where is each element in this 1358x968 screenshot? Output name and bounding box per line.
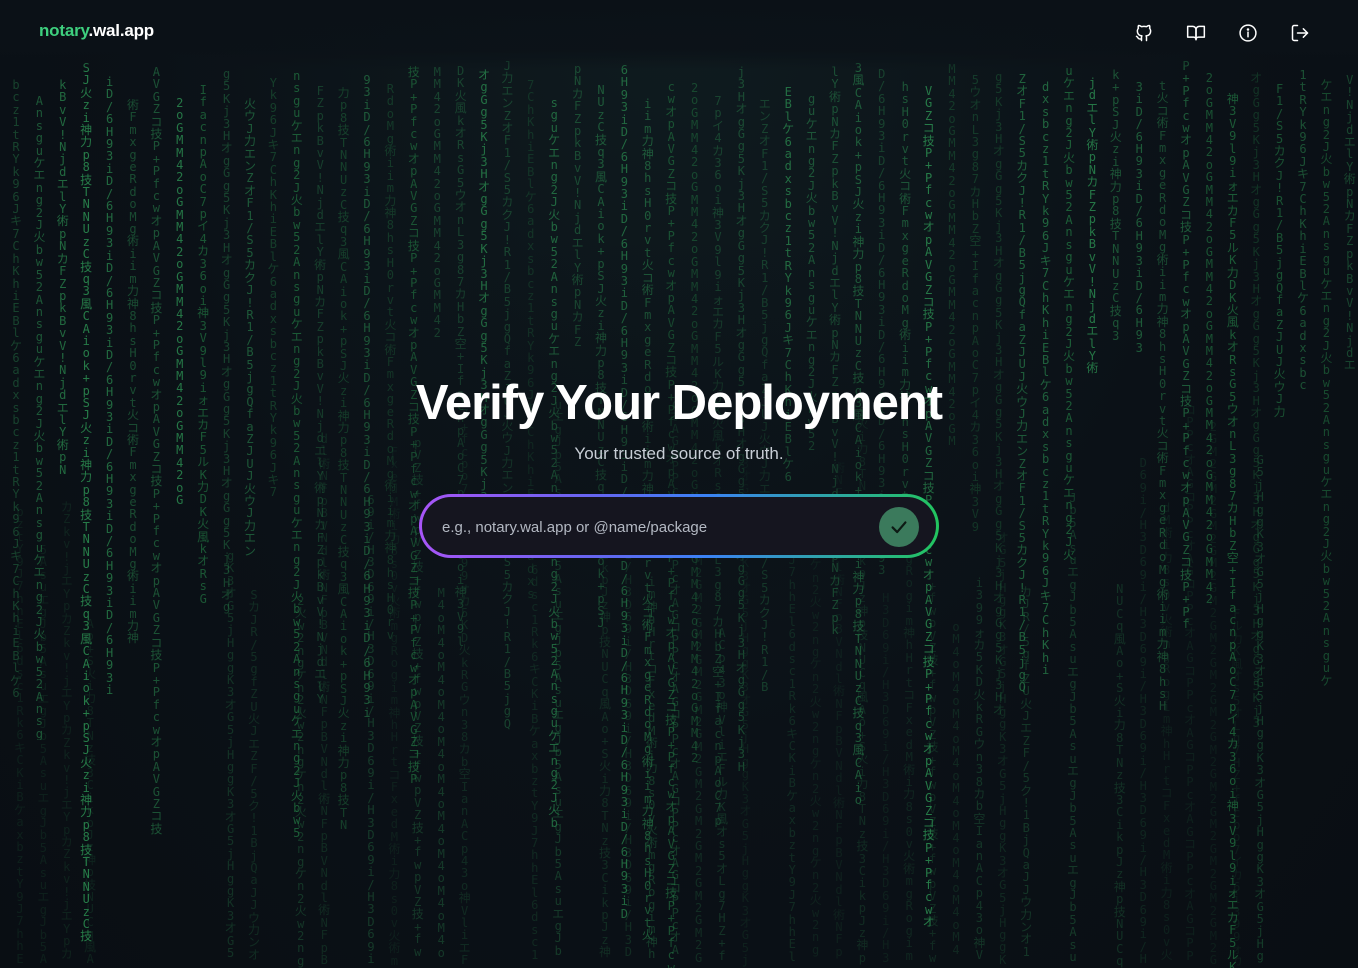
- rain-column: 2 G M 2 G M 2 G M 2 G M 2 G M 2 G M 2 G …: [1209, 421, 1217, 968]
- rain-column: j d エ l Y 術 p N カ F Z p k B v V ! N j d …: [1086, 77, 1099, 375]
- book-icon: [1186, 25, 1206, 41]
- logout-icon: [1291, 24, 1309, 42]
- rain-column: J b 5 A s u エ g J b 5 A s u エ g J b 5 A …: [1066, 492, 1079, 965]
- rain-column: 6 d s c 1 R k 6 キ C K i B ケ a x b z t Y …: [528, 564, 541, 962]
- rain-column: 5 A s u エ g J b 5 A s u エ g J b 5 A s u …: [37, 544, 50, 967]
- rain-column: S J 火 z i 神 力 p 8 技 T N N U z C 技 q 3 風 …: [80, 62, 93, 943]
- rain-column: g K 3 オ G 5 j H g g K 3 オ G 5 j H g g K …: [224, 550, 237, 960]
- rain-column: u エ g J b 5 A s u エ g J b 5 A s u エ g J …: [552, 399, 565, 958]
- rain-column: 2 n g ケ n 2 火 w 2 n g ケ n 2 火 w 2 n g ケ …: [809, 522, 822, 957]
- rain-column: G M 2 G M 2 G M 2 G M 2 G M 2 G M 2 G M …: [694, 505, 703, 965]
- rain-column: p N カ F Z p k B v V ! N j d エ l Y 術 p N …: [571, 63, 584, 349]
- rain-column: u ケ エ n g 2 J 火 b w 5 2 A n s g u ケ エ n …: [1062, 65, 1075, 561]
- matrix-rain-background: b c z 1 t R Y k 9 6 J キ 7 C h K h i E B …: [0, 0, 1358, 968]
- rain-column: オ G 5 j H g g K 3 オ G 5 j H g g K 3 オ G …: [996, 532, 1009, 967]
- github-icon: [1135, 24, 1152, 42]
- hero: Verify Your Deployment Your trusted sour…: [0, 370, 1358, 464]
- rain-column: H 3 D 6 9 i / H 3 D 6 9 i / H 3 D 6 9 i …: [882, 592, 890, 965]
- rain-column: F 1 / S 5 カ ク J ! R 1 / B 5 j g Q f a Z …: [1273, 83, 1286, 418]
- github-button[interactable]: [1130, 19, 1158, 47]
- rain-column: コ P P c オ A G コ P P c オ A G コ P P c オ A …: [1183, 404, 1196, 963]
- rain-column: v 火 術 m g R o g i m 神 h H r t コ F x e d …: [903, 503, 916, 963]
- rain-column: 神 3 V 9 l 9 i ォ エ カ F 5 ル K 力 D K 火 風 k …: [1226, 93, 1239, 968]
- rain-column: g 5 K j 3 H オ g G g 5 K j 3 H オ g G g 5 …: [220, 68, 233, 614]
- logout-button[interactable]: [1286, 19, 1314, 47]
- rain-column: 2 o G M M 4 2 o G M M 4 2 o G M M 4 2 o …: [1205, 72, 1213, 606]
- logo-domain: .wal.app: [88, 21, 155, 40]
- rain-column: i / H 3 D 6 9 i / H 3 D 6 9 i / H 3 D 6 …: [624, 549, 632, 959]
- rain-column: S 火 i 力 8 T N z 技 3 C i k p J z 神 p 技 N …: [856, 406, 869, 965]
- rain-column: M 4 o M 4 o M 4 o M 4 o M 4 o M 4 o M 4 …: [437, 587, 445, 960]
- rain-column: d M 術 i 力 8 s 0 v 火 術 m g R o g i m 神 h …: [1160, 502, 1173, 962]
- header: notary.wal.app: [0, 0, 1358, 64]
- info-icon: [1239, 24, 1257, 42]
- center-dim-overlay: [0, 0, 1358, 968]
- rain-column: H Z + f c p o 7 イ カ 6 i 3 9 9 ォ カ 5 K D …: [458, 396, 471, 968]
- rain-column: F x e d M 術 i 力 8 s 0 v 火 術 m g R o g i …: [388, 446, 401, 968]
- rain-column: Y 9 J 7 h h E l 6 d s c 1 R k 6 キ C K i …: [786, 529, 799, 964]
- rain-column: A o + S 火 i 力 8 T N z 技 3 C i k p J z 神 …: [84, 618, 97, 966]
- header-nav: [1130, 19, 1314, 47]
- rain-column: D K 火 風 k オ R s G 5 ウ オ n L 3 g 8 7 カ H …: [454, 65, 467, 648]
- info-button[interactable]: [1234, 19, 1262, 47]
- rain-column: G 5 j H g g K 3 オ G 5 j H g g K 3 オ G 5 …: [1254, 454, 1267, 964]
- rain-column: o M 4 o M 4 o M 4 o M 4 o M 4 o M 4 o M …: [952, 621, 960, 957]
- logo[interactable]: notary.wal.app: [39, 21, 154, 41]
- rain-column: 3 i D / 6 H 9 3 i D / 6 H 9 3 i D / 6 H …: [1135, 81, 1143, 354]
- rain-column: A C p 4 3 o 神 V l i エ F ル 力 K 風 オ s 5 オ …: [715, 627, 728, 963]
- rain-column: k + p S J 火 z i 神 力 p 8 技 T N N U z C 技 …: [1109, 69, 1122, 342]
- rain-column: c オ A G コ P P c オ A G コ P P c オ A G コ P …: [669, 398, 682, 957]
- rain-column: i m 神 h H r t コ F x e d M 術 i 力 8 s 0 v …: [645, 576, 658, 962]
- rain-column: R d o M g 術 i i m 力 神 8 h s H 0 r v t 火 …: [384, 83, 397, 641]
- rain-column: V ! N j d エ l Y 術 p N カ F Z p k B v V ! …: [1343, 74, 1356, 372]
- docs-button[interactable]: [1182, 19, 1210, 47]
- rain-column: + f w p V Z 技 + f w p V Z 技 + f w p V Z …: [926, 580, 939, 966]
- rain-column: カ Z k v ! j エ Y p カ Z k v ! j エ Y p カ Z …: [60, 501, 73, 961]
- rain-column: b z t Y 9 J 7 h h E l 6 d s c 1 R k 6 キ …: [13, 506, 26, 966]
- rain-column: 6 H 9 3 i D / 6 H 9 3 i D / 6 H 9 3 i D …: [620, 64, 628, 920]
- rain-column: i 3 9 9 ォ カ 5 K D 火 k R G ウ n 3 8 カ b 空 …: [973, 577, 986, 963]
- rain-column: カ J R / 5 g f Z U 火 J エ Z F / 5 ク ! 1 B …: [1020, 586, 1033, 959]
- rain-column: I f a c n p A o C 7 p イ 4 カ 3 6 o i 神 3 …: [197, 84, 210, 605]
- rain-column: 技 3 C i k p J z 神 p 技 N U C q 風 A o + S …: [598, 512, 611, 960]
- rain-column: F ル 力 K 風 オ s 5 オ L g 7 H Z + f c p o 7 …: [1230, 608, 1243, 968]
- rain-column: 2 火 w 2 n g ケ n 2 火 w 2 n g ケ n 2 火 w 2 …: [294, 595, 307, 968]
- page-subtitle: Your trusted source of truth.: [574, 444, 784, 463]
- search-input[interactable]: [440, 497, 874, 557]
- page: b c z 1 t R Y k 9 6 J キ 7 C h K h i E B …: [0, 0, 1358, 968]
- page-title: Verify Your Deployment: [415, 376, 943, 430]
- search-bar-inner: [422, 497, 936, 557]
- rain-column: S カ J R / 5 g f Z U 火 J エ Z F / 5 ク ! 1 …: [247, 589, 260, 962]
- search-bar: [419, 494, 939, 558]
- rain-column: D 6 9 i / H 3 D 6 9 i / H 3 D 6 9 i / H …: [1139, 457, 1147, 967]
- rain-column: 1 t R Y k 9 6 J キ 7 C h K h i E B l ケ 6 …: [1296, 69, 1309, 392]
- check-icon: [891, 521, 907, 534]
- rain-column: N U C q 風 A o + S 火 i 力 8 T N z 技 3 C i …: [1113, 583, 1126, 968]
- rain-column: P + P f c w オ p A V G Z コ 技 P + P f c w …: [1179, 60, 1192, 631]
- verify-button[interactable]: [879, 507, 919, 547]
- rain-column: 火 ウ J 力 エ ン Z オ F 1 / S 5 カ ク J ! R 1 / …: [243, 98, 256, 557]
- rain-column: d l 術 N F p B V N d l 術 N F p B V N d l …: [318, 433, 331, 968]
- logo-accent: notary: [39, 21, 89, 40]
- rain-column: M M 4 2 o G M M 4 2 o G M M 4 2 o G M M …: [433, 66, 441, 339]
- rain-column: 6 9 i / H 3 D 6 9 i / H 3 D 6 9 i / H 3 …: [367, 494, 375, 967]
